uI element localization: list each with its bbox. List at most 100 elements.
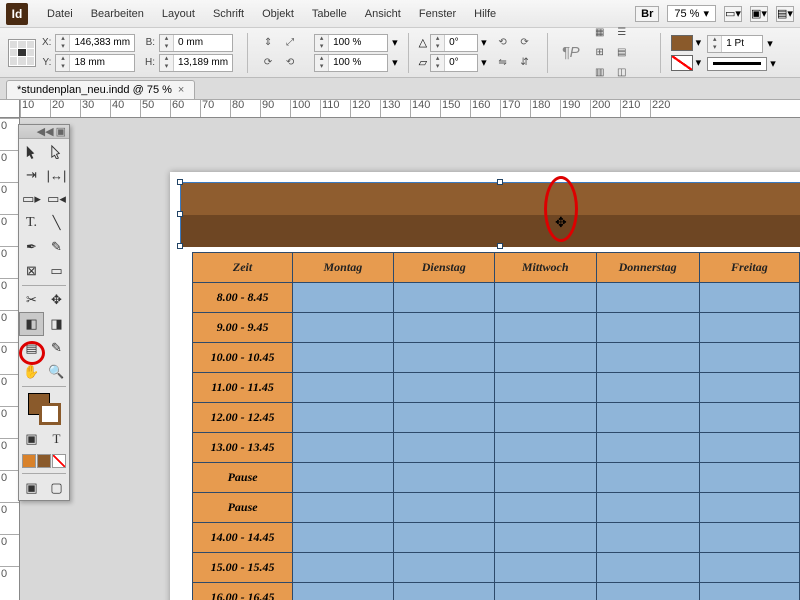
stroke-weight-field[interactable]: ▴▾1 Pt: [707, 35, 763, 53]
stroke-style-select[interactable]: [707, 57, 767, 71]
table-row: Pause: [193, 493, 800, 523]
selection-handle[interactable]: [177, 179, 183, 185]
page-tool[interactable]: ⇥: [19, 163, 44, 187]
gradient-feather-tool[interactable]: ◨: [44, 312, 69, 336]
gradient-swatch-tool[interactable]: ◧: [19, 312, 44, 336]
w-field[interactable]: ▴▾0 mm: [159, 34, 233, 52]
screen-mode-icon[interactable]: ▣▾: [750, 6, 768, 22]
col-montag[interactable]: Montag: [293, 253, 393, 283]
tools-panel[interactable]: ◀◀▣ ⇥ |↔| ▭▸ ▭◂ T. ╲ ✒ ✎ ⊠ ▭ ✂ ✥ ◧ ◨ ▤ ✎…: [18, 124, 70, 501]
selection-handle[interactable]: [497, 243, 503, 249]
col-donnerstag[interactable]: Donnerstag: [596, 253, 699, 283]
chevron-down-icon[interactable]: ▾: [696, 56, 702, 69]
y-label: Y:: [42, 57, 51, 68]
scissors-tool[interactable]: ✂: [19, 288, 44, 312]
scale-y-field[interactable]: ▴▾100 %: [314, 54, 388, 72]
stroke-swatch[interactable]: [671, 55, 693, 71]
hand-tool[interactable]: ✋: [19, 360, 44, 384]
workspace: 1020304050607080901001101201301401501601…: [0, 100, 800, 600]
timetable[interactable]: Zeit Montag Dienstag Mittwoch Donnerstag…: [192, 252, 800, 600]
note-tool[interactable]: ▤: [19, 336, 44, 360]
shear-field[interactable]: ▴▾0°: [430, 54, 478, 72]
scale-x-field[interactable]: ▴▾100 %: [314, 34, 388, 52]
direct-selection-tool[interactable]: [44, 139, 69, 163]
menu-ansicht[interactable]: Ansicht: [356, 8, 410, 20]
free-transform-tool[interactable]: ✥: [44, 288, 69, 312]
table-row: 13.00 - 13.45: [193, 433, 800, 463]
menu-datei[interactable]: Datei: [38, 8, 82, 20]
col-mittwoch[interactable]: Mittwoch: [494, 253, 596, 283]
canvas[interactable]: ✥ Zeit Montag Dienstag Mittwoch Donnerst…: [20, 118, 800, 600]
control-bar: X: ▴▾146,383 mm Y: ▴▾18 mm B: ▴▾0 mm H: …: [0, 28, 800, 78]
table-row: 10.00 - 10.45: [193, 343, 800, 373]
reference-point[interactable]: [8, 39, 36, 67]
menu-fenster[interactable]: Fenster: [410, 8, 465, 20]
formatting-container-icon[interactable]: ▣: [19, 427, 44, 451]
menu-tabelle[interactable]: Tabelle: [303, 8, 356, 20]
app-icon: Id: [6, 3, 28, 25]
fill-stroke-proxy[interactable]: [19, 389, 69, 427]
selection-tool[interactable]: [19, 139, 44, 163]
eyedropper-tool[interactable]: ✎: [44, 336, 69, 360]
table-row: 8.00 - 8.45: [193, 283, 800, 313]
screen-mode-preview[interactable]: ▢: [44, 476, 69, 500]
col-dienstag[interactable]: Dienstag: [393, 253, 494, 283]
h-field[interactable]: ▴▾13,189 mm: [159, 54, 233, 72]
chevron-down-icon: ▾: [703, 7, 709, 20]
gap-tool[interactable]: |↔|: [44, 163, 69, 187]
pen-tool[interactable]: ✒: [19, 235, 44, 259]
w-label: B:: [145, 37, 155, 48]
bridge-button[interactable]: Br: [635, 6, 659, 22]
rotate-shear: △▴▾0°▾ ▱▴▾0°▾: [419, 34, 487, 72]
rotate-icon: △: [419, 36, 427, 49]
rectangle-tool[interactable]: ▭: [44, 259, 69, 283]
rotate-field[interactable]: ▴▾0°: [430, 34, 478, 52]
close-tab-icon[interactable]: ×: [178, 84, 184, 96]
table-row: 14.00 - 14.45: [193, 523, 800, 553]
col-zeit[interactable]: Zeit: [193, 253, 293, 283]
position-fields: X: ▴▾146,383 mm Y: ▴▾18 mm: [42, 34, 139, 72]
flip-icons[interactable]: ⟲⟳⇋⇵: [493, 34, 537, 72]
menu-bearbeiten[interactable]: Bearbeiten: [82, 8, 153, 20]
menu-objekt[interactable]: Objekt: [253, 8, 303, 20]
chevron-down-icon[interactable]: ▾: [696, 36, 702, 49]
panel-grip[interactable]: ◀◀▣: [19, 125, 69, 139]
selection-handle[interactable]: [177, 211, 183, 217]
selection-handle[interactable]: [497, 179, 503, 185]
table-row: 9.00 - 9.45: [193, 313, 800, 343]
zoom-level-select[interactable]: 75 % ▾: [667, 5, 716, 22]
fill-swatch[interactable]: [671, 35, 693, 51]
col-freitag[interactable]: Freitag: [699, 253, 799, 283]
y-field[interactable]: ▴▾18 mm: [55, 54, 135, 72]
zoom-tool[interactable]: 🔍: [44, 360, 69, 384]
x-field[interactable]: ▴▾146,383 mm: [55, 34, 135, 52]
view-options-icon[interactable]: ▭▾: [724, 6, 742, 22]
color-mode-row[interactable]: [19, 451, 69, 471]
selected-header-rect[interactable]: [180, 182, 800, 246]
document-tab[interactable]: *stundenplan_neu.indd @ 75 % ×: [6, 80, 195, 99]
menu-layout[interactable]: Layout: [153, 8, 204, 20]
fill-stroke-swatches: ▾ ▾: [671, 35, 702, 71]
table-header-row: Zeit Montag Dienstag Mittwoch Donnerstag…: [193, 253, 800, 283]
rectangle-frame-tool[interactable]: ⊠: [19, 259, 44, 283]
size-fields: B: ▴▾0 mm H: ▴▾13,189 mm: [145, 34, 237, 72]
ruler-origin[interactable]: [0, 100, 20, 118]
stroke-settings: ▴▾1 Pt▾ ▾: [707, 35, 776, 71]
stroke-proxy-swatch[interactable]: [39, 403, 61, 425]
formatting-text-icon[interactable]: T: [44, 427, 69, 451]
horizontal-ruler[interactable]: 1020304050607080901001101201301401501601…: [20, 100, 800, 118]
menubar: Id Datei Bearbeiten Layout Schrift Objek…: [0, 0, 800, 28]
menu-hilfe[interactable]: Hilfe: [465, 8, 505, 20]
menu-schrift[interactable]: Schrift: [204, 8, 253, 20]
object-option-icons[interactable]: ▦☰⊞▤▥◫: [590, 24, 650, 82]
content-placer-tool[interactable]: ▭◂: [44, 187, 69, 211]
type-tool[interactable]: T.: [19, 211, 44, 235]
content-collector-tool[interactable]: ▭▸: [19, 187, 44, 211]
pencil-tool[interactable]: ✎: [44, 235, 69, 259]
selection-handle[interactable]: [177, 243, 183, 249]
arrange-icon[interactable]: ▤▾: [776, 6, 794, 22]
constrain-icons[interactable]: ⇕⤢⟳⟲: [258, 34, 304, 72]
vertical-ruler[interactable]: 000000000000000: [0, 118, 20, 600]
screen-mode-normal[interactable]: ▣: [19, 476, 44, 500]
line-tool[interactable]: ╲: [44, 211, 69, 235]
